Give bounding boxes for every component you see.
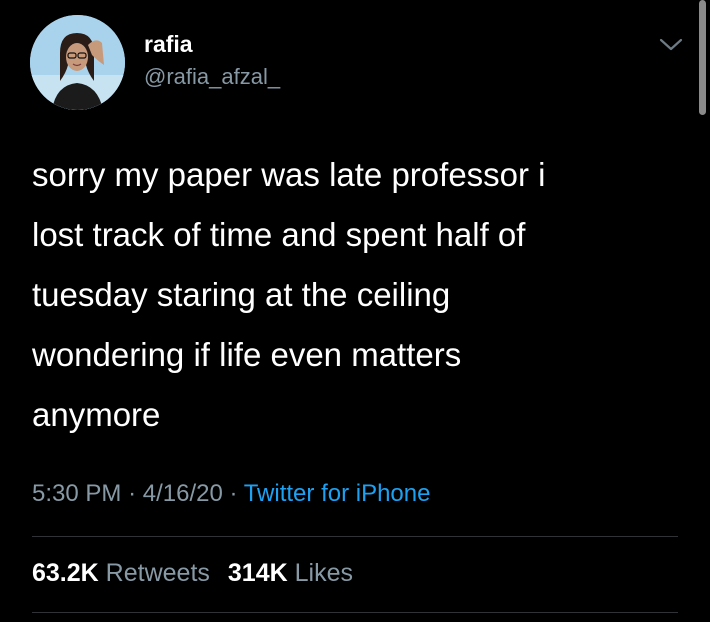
likes-count: 314K [227, 559, 288, 587]
chevron-down-icon[interactable] [658, 35, 684, 55]
retweets-label: Retweets [105, 559, 210, 587]
meta-separator: · [128, 480, 137, 507]
tweet-time[interactable]: 5:30 PM [32, 480, 121, 507]
author-display-name[interactable]: rafia [144, 30, 193, 58]
author-handle[interactable]: @rafia_afzal_ [144, 63, 280, 91]
divider [32, 612, 678, 613]
likes-label: Likes [294, 559, 353, 587]
likes-stat[interactable]: 314K Likes [228, 559, 353, 587]
divider [32, 536, 678, 537]
engagement-stats: 63.2K Retweets 314K Likes [32, 558, 353, 588]
tweet-text: sorry my paper was late professor i lost… [32, 156, 546, 433]
tweet-source-link[interactable]: Twitter for iPhone [244, 480, 431, 507]
tweet-card: rafia @rafia_afzal_ sorry my paper was l… [0, 0, 710, 622]
tweet-meta: 5:30 PM · 4/16/20 · Twitter for iPhone [32, 479, 430, 509]
retweets-stat[interactable]: 63.2K Retweets [32, 559, 210, 587]
avatar-image [30, 15, 125, 110]
retweets-count: 63.2K [32, 559, 99, 587]
meta-separator: · [229, 480, 238, 507]
avatar[interactable] [30, 15, 125, 110]
tweet-date[interactable]: 4/16/20 [143, 480, 223, 507]
scrollbar-thumb[interactable] [699, 0, 706, 115]
